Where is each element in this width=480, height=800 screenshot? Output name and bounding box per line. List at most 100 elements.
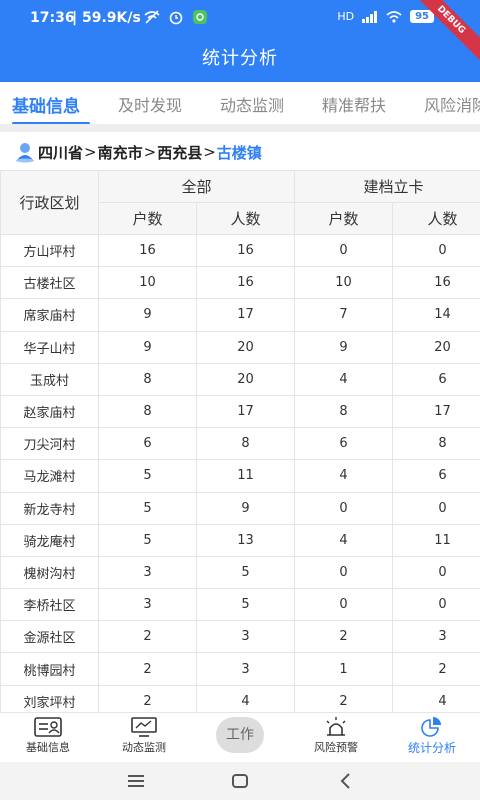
work-button[interactable]: 工作 [216, 717, 264, 753]
cell-all-people: 8 [195, 427, 296, 461]
cell-registered-people: 6 [392, 459, 480, 493]
table-row[interactable]: 华子山村 9 20 9 20 [0, 330, 480, 364]
nav-dynamic-monitoring[interactable]: 动态监测 [96, 717, 192, 755]
breadcrumb: 四川省 > 南充市 > 西充县 > 古楼镇 [14, 140, 262, 164]
header-group-registered: 建档立卡 [294, 170, 480, 203]
cell-all-people: 3 [195, 620, 296, 654]
back-icon[interactable] [334, 770, 358, 792]
table-row[interactable]: 刀尖河村 6 8 6 8 [0, 427, 480, 461]
bottom-nav: 基础信息 动态监测 工作 风险预警 统计分析 [0, 712, 480, 762]
cell-all-people: 20 [195, 362, 296, 396]
cell-registered-households: 4 [294, 523, 394, 557]
cell-registered-households: 8 [294, 394, 394, 429]
cell-all-people: 5 [195, 555, 296, 590]
tab-dynamic-monitoring[interactable]: 动态监测 [220, 92, 284, 116]
system-nav-bar [0, 762, 480, 800]
nav-statistics[interactable]: 统计分析 [384, 717, 480, 756]
tab-risk-elimination[interactable]: 风险消除 [424, 92, 480, 116]
status-left-icons [144, 9, 208, 25]
stats-table-container[interactable]: 行政区划 全部 建档立卡 户数 人数 户数 人数 方山坪村 16 16 0 0 古楼社区 1… [0, 170, 480, 712]
tab-bar: 基础信息 及时发现 动态监测 精准帮扶 风险消除 [0, 82, 480, 128]
cell-all-people: 17 [195, 298, 296, 332]
breadcrumb-separator: > [143, 143, 157, 161]
cell-region-name: 新龙寺村 [0, 491, 99, 525]
cell-all-households: 8 [98, 362, 197, 396]
signal-icon [362, 10, 378, 23]
cell-all-households: 16 [98, 233, 197, 268]
tab-timely-discovery[interactable]: 及时发现 [118, 92, 182, 116]
cell-registered-people: 0 [392, 491, 480, 525]
cell-registered-people: 17 [392, 394, 480, 429]
cell-registered-households: 0 [294, 588, 394, 622]
cell-all-people: 16 [195, 233, 296, 268]
table-row[interactable]: 槐树沟村 3 5 0 0 [0, 555, 480, 590]
cell-registered-households: 0 [294, 233, 394, 268]
status-separator: | [72, 10, 78, 26]
table-row[interactable]: 方山坪村 16 16 0 0 [0, 233, 480, 268]
cell-region-name: 席家庙村 [0, 298, 99, 332]
cell-registered-people: 0 [392, 588, 480, 622]
cell-all-households: 2 [98, 652, 197, 686]
nav-risk-warning[interactable]: 风险预警 [288, 717, 384, 755]
tab-basic-info[interactable]: 基础信息 [12, 92, 80, 117]
cell-registered-people: 0 [392, 233, 480, 268]
nav-dynamic-monitoring-label: 动态监测 [122, 741, 166, 754]
table-row[interactable]: 骑龙庵村 5 13 4 11 [0, 523, 480, 557]
table-row[interactable]: 席家庙村 9 17 7 14 [0, 298, 480, 332]
wifi-icon [386, 10, 402, 23]
cell-all-households: 6 [98, 427, 197, 461]
breadcrumb-county[interactable]: 西充县 [157, 142, 202, 163]
table-row[interactable]: 金源社区 2 3 2 3 [0, 620, 480, 654]
cell-region-name: 骑龙庵村 [0, 523, 99, 557]
cell-region-name: 刘家坪村 [0, 684, 99, 712]
table-row[interactable]: 玉成村 8 20 4 6 [0, 362, 480, 396]
cell-region-name: 马龙滩村 [0, 459, 99, 493]
breadcrumb-city[interactable]: 南充市 [98, 142, 143, 163]
cell-region-name: 方山坪村 [0, 233, 99, 268]
table-row[interactable]: 马龙滩村 5 11 4 6 [0, 459, 480, 493]
table-row[interactable]: 李桥社区 3 5 0 0 [0, 588, 480, 622]
breadcrumb-separator: > [84, 143, 97, 161]
cell-all-people: 3 [195, 652, 296, 686]
cell-registered-households: 4 [294, 459, 394, 493]
cell-registered-households: 0 [294, 555, 394, 590]
page-title: 统计分析 [202, 48, 278, 69]
cell-registered-people: 11 [392, 523, 480, 557]
status-bar: 17:36 | 59.9K/s HD 95 DEBUG [0, 0, 480, 65]
home-icon[interactable] [228, 770, 252, 792]
cell-registered-people: 3 [392, 620, 480, 654]
nav-basic-info[interactable]: 基础信息 [0, 717, 96, 755]
monitor-chart-icon [131, 717, 157, 737]
cell-registered-households: 2 [294, 620, 394, 654]
table-row[interactable]: 赵家庙村 8 17 8 17 [0, 394, 480, 429]
cell-registered-households: 4 [294, 362, 394, 396]
cell-registered-people: 20 [392, 330, 480, 364]
cell-registered-households: 1 [294, 652, 394, 686]
table-row[interactable]: 新龙寺村 5 9 0 0 [0, 491, 480, 525]
cell-registered-people: 16 [392, 266, 480, 300]
cell-region-name: 赵家庙村 [0, 394, 99, 429]
cell-all-households: 3 [98, 588, 197, 622]
cell-registered-households: 0 [294, 491, 394, 525]
header-group-all: 全部 [97, 170, 296, 203]
header-registered-households: 户数 [294, 202, 394, 235]
table-body: 方山坪村 16 16 0 0 古楼社区 10 16 10 16 席家庙村 9 17 7 14 华子山村 9 20 9… [0, 233, 480, 712]
table-row[interactable]: 刘家坪村 2 4 2 4 [0, 684, 480, 712]
cell-registered-people: 4 [392, 684, 480, 712]
cell-all-people: 11 [195, 459, 296, 493]
header-all-households: 户数 [98, 202, 197, 235]
menu-icon[interactable] [124, 770, 148, 792]
table-row[interactable]: 古楼社区 10 16 10 16 [0, 266, 480, 300]
cell-all-households: 5 [98, 459, 197, 493]
app-header: 17:36 | 59.9K/s HD 95 DEBUG 统计分析 [0, 0, 480, 82]
table-row[interactable]: 桃博园村 2 3 1 2 [0, 652, 480, 686]
nav-statistics-label: 统计分析 [407, 741, 456, 755]
breadcrumb-province[interactable]: 四川省 [38, 142, 83, 163]
tab-precise-assistance[interactable]: 精准帮扶 [322, 92, 386, 116]
cell-all-households: 9 [98, 298, 197, 332]
cell-all-people: 13 [195, 523, 296, 557]
cell-registered-households: 10 [294, 266, 394, 300]
cell-region-name: 古楼社区 [0, 266, 99, 300]
cell-region-name: 桃博园村 [0, 652, 99, 686]
cell-all-households: 5 [98, 491, 197, 525]
